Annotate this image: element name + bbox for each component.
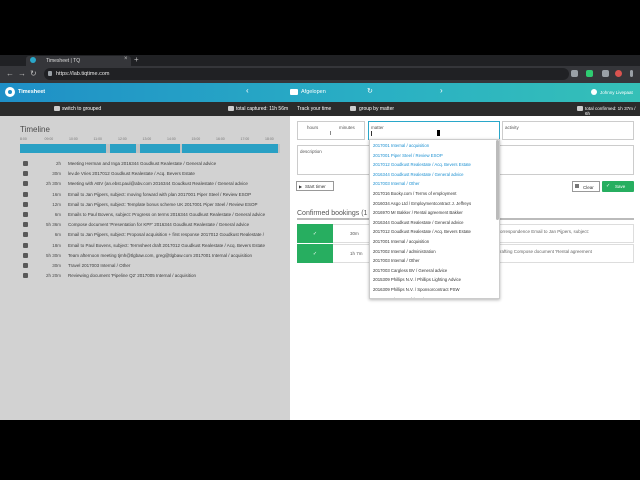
duration-cursor	[330, 131, 331, 135]
switch-icon[interactable]	[54, 106, 60, 111]
dropdown-option[interactable]: 2016034 Asgo Ltd / Employmentcontract J.…	[373, 201, 471, 206]
clock-icon	[228, 106, 234, 111]
confirmed-duration: 30m	[350, 231, 359, 236]
reload-button[interactable]: ↻	[30, 69, 37, 78]
dropdown-recent-option[interactable]: 2017012 Goudkust Realestate / Acq. Bever…	[373, 162, 471, 167]
tab-favicon-icon	[30, 57, 36, 63]
dropdown-option[interactable]: 2017012 Goudkust Realestate / Acq. Bever…	[373, 229, 471, 234]
duration-field[interactable]	[297, 121, 365, 140]
app-name: Timesheet	[18, 89, 46, 95]
clear-icon	[575, 184, 579, 188]
confirmed-title: Confirmed bookings (1	[297, 210, 368, 217]
dropdown-option[interactable]: 2017001 Piper Steel / Review ESOP	[373, 297, 443, 298]
tab-close-icon[interactable]: ×	[124, 56, 128, 62]
dropdown-option[interactable]: 2017003 Cargless BV / General advice	[373, 268, 447, 273]
dropdown-recent-option[interactable]: 2017001 Piper Steel / Review ESOP	[373, 153, 443, 158]
switch-grouped-button[interactable]: switch to grouped	[62, 106, 101, 112]
confirmed-description: rafting Compose document 'Rental agreeme…	[500, 249, 592, 254]
modal-overlay	[0, 116, 290, 420]
save-check-icon: ✓	[606, 183, 611, 189]
lock-icon	[48, 71, 52, 76]
dropdown-option[interactable]: 2017002 Internal / administration	[373, 249, 436, 254]
user-name[interactable]: Johnny Livepaat	[600, 90, 633, 95]
more-menu-icon[interactable]	[630, 70, 633, 77]
text-cursor	[371, 131, 372, 136]
total-confirmed: total confirmed: 1h 37m / 6h	[585, 106, 636, 116]
matter-dropdown[interactable]: 2017001 Internal / acquisition 2017001 Pi…	[369, 139, 500, 299]
forward-button[interactable]: →	[18, 69, 26, 78]
app-logo-inner	[8, 90, 12, 94]
extension-icon[interactable]	[586, 70, 593, 77]
dropdown-option[interactable]: 2016344 Goudkust Realestate / General ad…	[373, 220, 464, 225]
address-bar[interactable]: https://lab.tiqtime.com	[44, 68, 569, 80]
dropdown-option[interactable]: 2016309 Phillips N.V. / Sponsorcontract …	[373, 287, 460, 292]
prev-date-button[interactable]: ‹	[246, 86, 249, 95]
minutes-label: minutes	[339, 125, 355, 130]
hours-label: hours	[307, 125, 319, 130]
activity-input[interactable]	[502, 121, 634, 140]
check-icon	[577, 106, 583, 111]
calendar-icon[interactable]	[290, 89, 298, 95]
date-label[interactable]: Afgelopen	[301, 89, 326, 95]
browser-tab[interactable]: Timesheet | TQ	[26, 56, 131, 66]
track-timer-button[interactable]: Track your time	[297, 106, 331, 112]
dropdown-option[interactable]: 2017016 Booky.com / Terms of employment	[373, 191, 456, 196]
dropdown-option[interactable]: 2016970 Mr Bakker / Rental agreement Bak…	[373, 210, 463, 215]
confirmed-check-icon[interactable]: ✓	[297, 224, 333, 243]
group-icon[interactable]	[350, 106, 356, 111]
total-captured: total captured: 11h 56m	[236, 106, 289, 112]
dropdown-option[interactable]: 2015309 Phillips N.V. / Phillips Lightin…	[373, 277, 461, 282]
matter-input[interactable]	[368, 121, 500, 140]
description-placeholder: description	[300, 149, 322, 154]
dropdown-scrollbar[interactable]	[496, 140, 499, 220]
profile-avatar-icon[interactable]	[615, 70, 622, 77]
refresh-button[interactable]: ↻	[367, 87, 373, 95]
dropdown-recent-option[interactable]: 2016344 Goudkust Realestate / General ad…	[373, 172, 464, 177]
confirmed-duration: 1h 7m	[350, 251, 363, 256]
new-tab-button[interactable]: +	[134, 55, 139, 64]
star-icon[interactable]	[571, 70, 578, 77]
dropdown-recent-option[interactable]: 2017003 Internal / Other	[373, 181, 420, 186]
cast-icon[interactable]	[602, 70, 609, 77]
confirmed-check-icon[interactable]: ✓	[297, 244, 333, 263]
dropdown-option[interactable]: 2017003 Internal / Other	[373, 258, 420, 263]
play-icon: ▶	[299, 184, 303, 189]
dropdown-recent-option[interactable]: 2017001 Internal / acquisition	[373, 143, 429, 148]
user-avatar-icon[interactable]	[591, 89, 597, 95]
mouse-cursor	[437, 130, 440, 136]
confirmed-description: orrespondence Email to Jan Pijpers, subj…	[500, 229, 590, 234]
group-by-button[interactable]: group by matter	[359, 106, 394, 112]
back-button[interactable]: ←	[6, 69, 14, 78]
next-date-button[interactable]: ›	[440, 86, 443, 95]
activity-label: activity	[505, 125, 519, 130]
matter-label: matter	[371, 125, 384, 130]
dropdown-option[interactable]: 2017001 Internal / acquisition	[373, 239, 429, 244]
